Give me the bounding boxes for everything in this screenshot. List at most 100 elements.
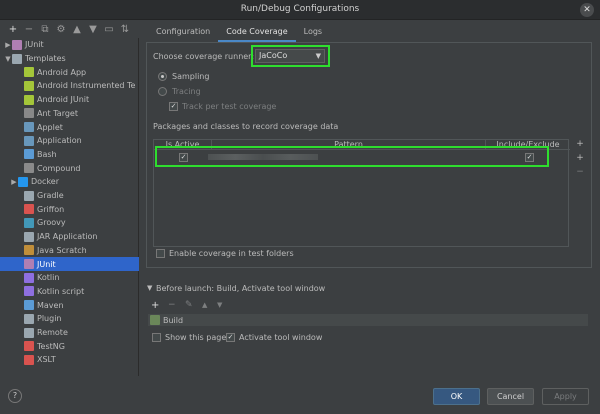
tree-item[interactable]: Android App [0,65,139,79]
tree-item[interactable]: TestNG [0,339,139,353]
plugin-icon [24,313,34,324]
tree-item[interactable]: Compound [0,161,139,175]
build-label: Build [163,315,184,325]
tree-item[interactable]: ▶ Docker [0,175,139,189]
xslt-icon [24,354,34,365]
apply-button[interactable]: Apply [542,388,589,405]
tab-code-coverage[interactable]: Code Coverage [218,22,296,42]
tree-item-label: Android Instrumented Te [37,81,136,91]
hammer-icon [150,315,160,325]
before-launch-add-icon[interactable]: + [151,300,159,311]
remote-icon [24,327,34,338]
tree-item[interactable]: Groovy [0,216,139,230]
folder-icon[interactable]: ▭ [102,23,116,37]
ok-button[interactable]: OK [433,388,480,405]
before-launch-edit-icon[interactable]: ✎ [185,300,193,310]
tree-item-label: Gradle [37,191,64,201]
show-this-page-checkbox[interactable] [152,333,161,342]
tree-item-label: Java Scratch [37,245,87,255]
close-icon[interactable]: ✕ [580,3,594,17]
remove-icon[interactable]: − [22,23,36,37]
tree-item[interactable]: Android JUnit [0,93,139,107]
tree-item[interactable]: Ant Target [0,107,139,121]
tree-item[interactable]: JAR Application [0,230,139,244]
sampling-radio[interactable] [158,72,167,81]
add-class-icon[interactable]: + [571,139,589,153]
kotlin-icon [24,272,34,283]
tree-item[interactable]: Remote [0,326,139,340]
chevron-right-icon[interactable]: ▶ [4,41,12,49]
android-app-icon [24,67,34,78]
tree-item[interactable]: Android Instrumented Te [0,79,139,93]
table-side-toolbar: + + − [571,139,589,181]
tree-item[interactable]: ▼ Templates [0,52,139,66]
tree-item-label: Applet [37,122,63,132]
tree-toolbar: + − ⧉ ⚙ ▲ ▼ ▭ ⇅ [6,22,136,38]
tree-item[interactable]: Bash [0,148,139,162]
android-test-icon [24,80,34,91]
before-launch-build-item[interactable]: Build [148,314,588,326]
tree-item-label: Bash [37,149,57,159]
bash-icon [24,149,34,160]
move-down-icon[interactable]: ▼ [86,23,100,37]
tree-item[interactable]: JUnit [0,257,139,271]
tree-item[interactable]: Application [0,134,139,148]
docker-icon [18,176,28,187]
move-up-icon[interactable]: ▲ [70,23,84,37]
dialog-button-bar: ? OK Cancel Apply [0,380,600,414]
tree-item-label: Griffon [37,204,65,214]
tree-item[interactable]: Maven [0,298,139,312]
tree-item[interactable]: Java Scratch [0,244,139,258]
code-coverage-panel: Choose coverage runner: JaCoCo ▼ Samplin… [146,42,592,268]
tree-item-label: TestNG [37,341,65,351]
check-icon: ✓ [227,333,234,341]
chevron-down-icon[interactable]: ▼ [4,55,12,63]
copy-icon[interactable]: ⧉ [38,23,52,37]
activate-tool-window-checkbox[interactable]: ✓ [226,333,235,342]
tab-bar: Configuration Code Coverage Logs [148,22,330,42]
show-this-page-label: Show this page [165,333,227,342]
tree-item[interactable]: XSLT [0,353,139,367]
tree-item[interactable]: Plugin [0,312,139,326]
compound-icon [24,163,34,174]
before-launch-up-icon[interactable]: ▲ [202,301,207,309]
tab-configuration[interactable]: Configuration [148,22,218,42]
applet-icon [24,122,34,133]
before-launch-label[interactable]: Before launch: Build, Activate tool wind… [156,284,330,293]
tree-item-label: JAR Application [37,232,98,242]
remove-pattern-icon[interactable]: − [571,167,589,181]
tree-item-label: Android App [37,67,87,77]
tree-item[interactable]: ▶ JUnit [0,38,139,52]
tree-item-label: Plugin [37,314,62,324]
android-junit-icon [24,94,34,105]
tree-item[interactable]: Applet [0,120,139,134]
tree-item[interactable]: Gradle [0,189,139,203]
sort-icon[interactable]: ⇅ [118,23,132,37]
chevron-right-icon[interactable]: ▶ [10,178,18,186]
tree-item-label: Docker [31,177,60,187]
junit-icon [12,39,22,50]
track-per-test-checkbox[interactable]: ✓ [169,102,178,111]
kotlin-script-icon [24,286,34,297]
tab-logs[interactable]: Logs [296,22,330,42]
cancel-button[interactable]: Cancel [487,388,534,405]
maven-icon [24,300,34,311]
tree-item[interactable]: Griffon [0,202,139,216]
tree-item[interactable]: Kotlin [0,271,139,285]
tree-item-label: Maven [37,300,64,310]
settings-icon[interactable]: ⚙ [54,23,68,37]
help-icon[interactable]: ? [8,389,22,403]
griffon-icon [24,204,34,215]
tree-item-label: Kotlin [37,273,60,283]
tree-item-label: XSLT [37,355,56,365]
runner-label: Choose coverage runner: [153,52,255,61]
add-package-icon[interactable]: + [571,153,589,167]
before-launch-down-icon[interactable]: ▼ [217,301,222,309]
before-launch-remove-icon[interactable]: − [168,300,176,310]
splitter[interactable] [139,38,142,376]
enable-test-folders-checkbox[interactable] [156,249,165,258]
before-launch-toggle-icon[interactable]: ▼ [147,284,152,292]
tracing-radio[interactable] [158,87,167,96]
tree-item[interactable]: Kotlin script [0,285,139,299]
add-icon[interactable]: + [6,23,20,37]
